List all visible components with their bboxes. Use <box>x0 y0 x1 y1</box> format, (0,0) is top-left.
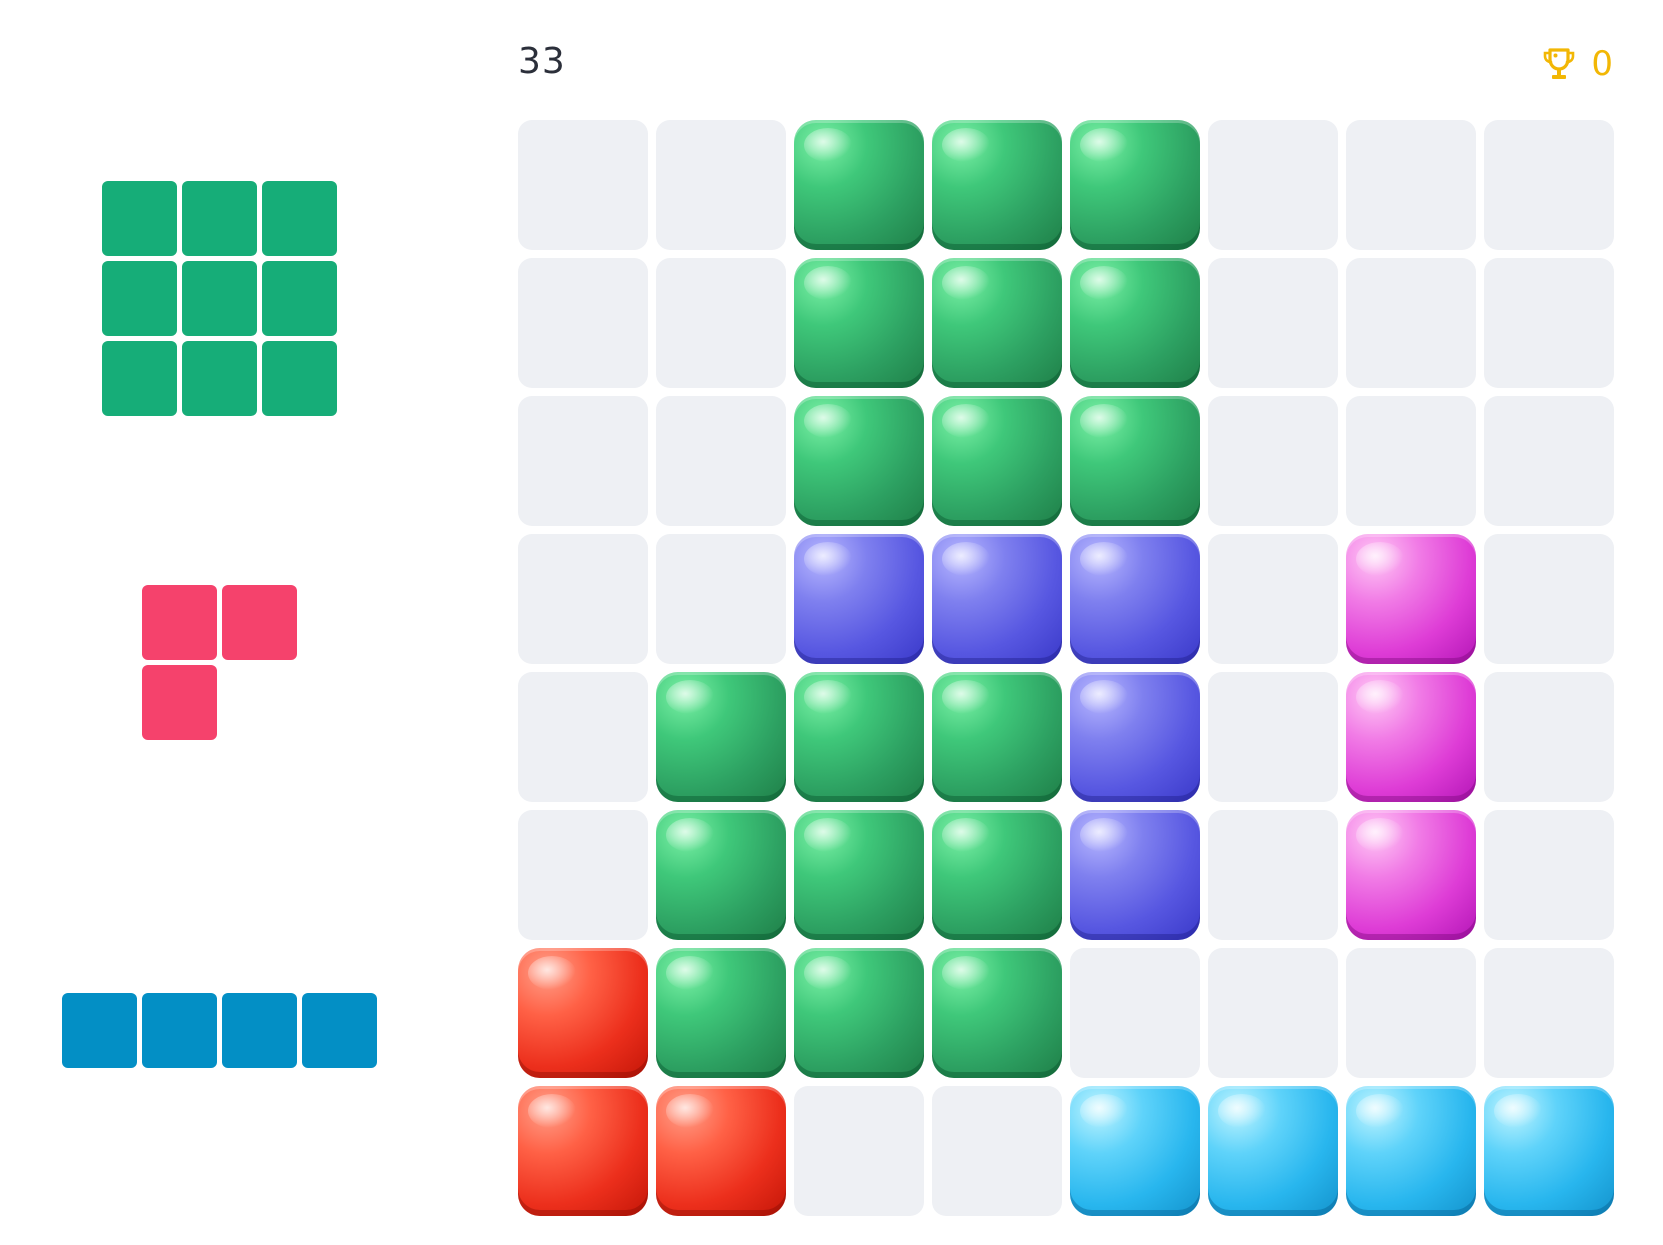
board-cell-green[interactable] <box>794 948 924 1078</box>
board-cell-empty[interactable] <box>1208 396 1338 526</box>
board-cell-magenta[interactable] <box>1346 810 1476 940</box>
board-cell-empty[interactable] <box>656 396 786 526</box>
board-cell-empty[interactable] <box>1346 120 1476 250</box>
board-cell-green[interactable] <box>932 258 1062 388</box>
board-cell-green[interactable] <box>656 672 786 802</box>
board-cell-red[interactable] <box>518 948 648 1078</box>
piece-block[interactable] <box>262 341 337 416</box>
board-cell-magenta[interactable] <box>1346 534 1476 664</box>
tray-piece-line-4[interactable] <box>62 993 377 1068</box>
board-cell-empty[interactable] <box>1346 258 1476 388</box>
piece-block[interactable] <box>102 261 177 336</box>
board-cell-empty[interactable] <box>656 258 786 388</box>
board-cell-empty[interactable] <box>518 810 648 940</box>
board-cell-empty[interactable] <box>1484 120 1614 250</box>
board-cell-empty[interactable] <box>1070 948 1200 1078</box>
board-cell-purple[interactable] <box>794 534 924 664</box>
board-cell-purple[interactable] <box>1070 672 1200 802</box>
board-cell-green[interactable] <box>794 258 924 388</box>
board-cell-green[interactable] <box>1070 120 1200 250</box>
piece-block[interactable] <box>142 665 217 740</box>
board-cell-empty[interactable] <box>1208 672 1338 802</box>
board-cell-cyan[interactable] <box>1346 1086 1476 1216</box>
board-cell-purple[interactable] <box>932 534 1062 664</box>
board-cell-green[interactable] <box>932 672 1062 802</box>
board-cell-green[interactable] <box>932 120 1062 250</box>
board-cell-red[interactable] <box>518 1086 648 1216</box>
piece-block[interactable] <box>182 341 257 416</box>
piece-block[interactable] <box>62 993 137 1068</box>
board-cell-empty[interactable] <box>1208 534 1338 664</box>
board-cell-empty[interactable] <box>1208 258 1338 388</box>
board-cell-empty[interactable] <box>518 396 648 526</box>
board-cell-empty[interactable] <box>1346 948 1476 1078</box>
piece-block[interactable] <box>262 261 337 336</box>
board-cell-green[interactable] <box>794 672 924 802</box>
board-cell-green[interactable] <box>794 120 924 250</box>
tray-piece-square-3x3[interactable] <box>102 181 337 416</box>
board-cell-empty[interactable] <box>656 120 786 250</box>
piece-block[interactable] <box>182 181 257 256</box>
board-cell-empty[interactable] <box>1484 534 1614 664</box>
board-cell-empty[interactable] <box>518 672 648 802</box>
current-score: 33 <box>518 41 566 82</box>
board-cell-green[interactable] <box>932 948 1062 1078</box>
piece-block[interactable] <box>302 993 377 1068</box>
piece-gap <box>222 665 297 740</box>
trophy-icon <box>1544 48 1575 79</box>
piece-block[interactable] <box>222 993 297 1068</box>
board-cell-empty[interactable] <box>1484 948 1614 1078</box>
board-cell-empty[interactable] <box>1208 120 1338 250</box>
board-cell-empty[interactable] <box>932 1086 1062 1216</box>
piece-block[interactable] <box>142 585 217 660</box>
board-cell-empty[interactable] <box>1484 810 1614 940</box>
piece-block[interactable] <box>102 341 177 416</box>
board-cell-green[interactable] <box>1070 396 1200 526</box>
board-cell-empty[interactable] <box>1484 258 1614 388</box>
board-cell-empty[interactable] <box>1484 396 1614 526</box>
best-score-display: 0 <box>1541 42 1613 86</box>
board-cell-empty[interactable] <box>656 534 786 664</box>
board-cell-cyan[interactable] <box>1484 1086 1614 1216</box>
board-cell-empty[interactable] <box>1208 948 1338 1078</box>
board-cell-purple[interactable] <box>1070 534 1200 664</box>
best-score-value: 0 <box>1591 44 1613 84</box>
board-cell-green[interactable] <box>656 948 786 1078</box>
board-cell-empty[interactable] <box>1346 396 1476 526</box>
board-cell-red[interactable] <box>656 1086 786 1216</box>
board-cell-cyan[interactable] <box>1070 1086 1200 1216</box>
board-cell-green[interactable] <box>1070 258 1200 388</box>
board-cell-empty[interactable] <box>1208 810 1338 940</box>
board-cell-green[interactable] <box>794 396 924 526</box>
board-cell-empty[interactable] <box>518 534 648 664</box>
board-cell-purple[interactable] <box>1070 810 1200 940</box>
board-cell-empty[interactable] <box>1484 672 1614 802</box>
board-cell-magenta[interactable] <box>1346 672 1476 802</box>
board-cell-cyan[interactable] <box>1208 1086 1338 1216</box>
piece-block[interactable] <box>142 993 217 1068</box>
tray-piece-corner-3[interactable] <box>142 585 297 740</box>
board-cell-green[interactable] <box>932 810 1062 940</box>
board-cell-empty[interactable] <box>518 120 648 250</box>
board-cell-green[interactable] <box>794 810 924 940</box>
piece-block[interactable] <box>262 181 337 256</box>
piece-block[interactable] <box>182 261 257 336</box>
game-board[interactable] <box>518 120 1614 1216</box>
board-cell-empty[interactable] <box>518 258 648 388</box>
piece-block[interactable] <box>222 585 297 660</box>
board-cell-green[interactable] <box>656 810 786 940</box>
piece-block[interactable] <box>102 181 177 256</box>
board-cell-green[interactable] <box>932 396 1062 526</box>
board-cell-empty[interactable] <box>794 1086 924 1216</box>
